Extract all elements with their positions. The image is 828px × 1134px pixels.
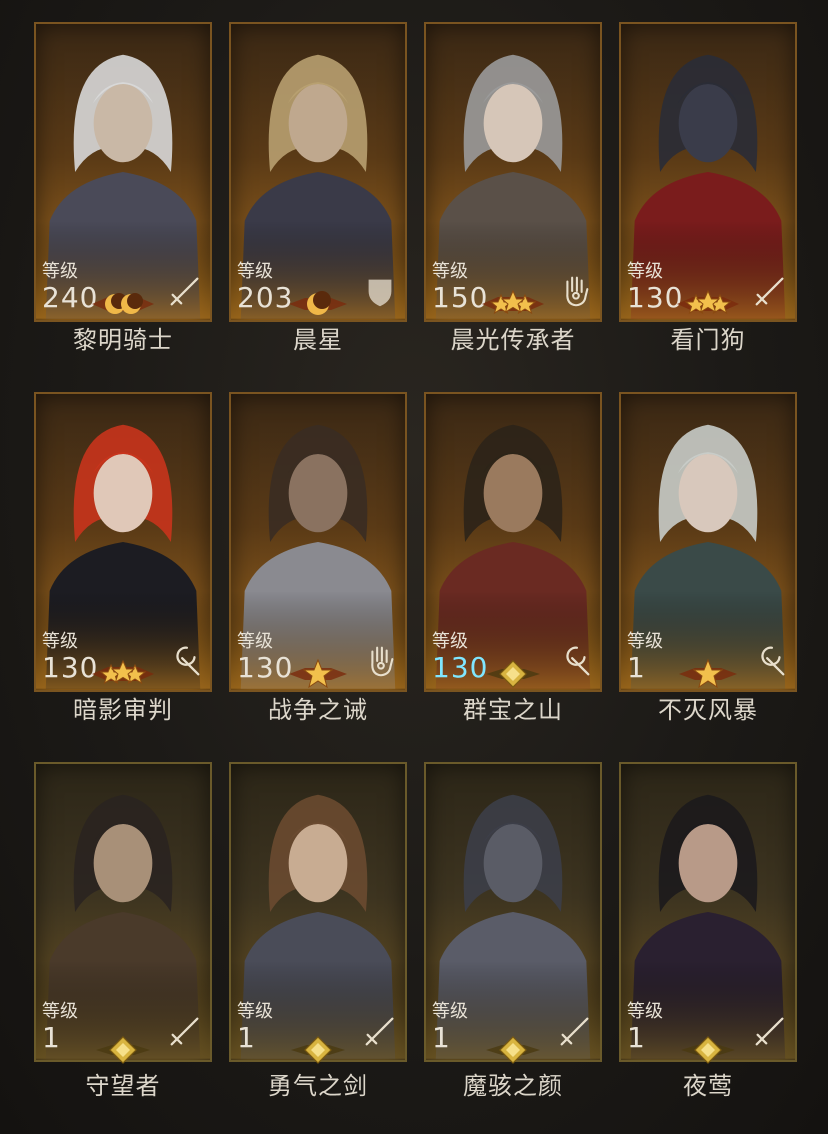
diamond-badge: [478, 1033, 548, 1067]
hero-name: 夜莺: [683, 1072, 733, 1100]
level-label: 等级: [432, 631, 468, 652]
hero-name: 战争之诫: [268, 696, 368, 724]
hero-card[interactable]: 等级 240: [34, 22, 212, 322]
hero-name: 勇气之剑: [268, 1072, 368, 1100]
level-label: 等级: [42, 261, 78, 282]
sword-icon: [361, 1012, 399, 1050]
sword-icon: [166, 1012, 204, 1050]
hero-name: 黎明骑士: [73, 326, 173, 354]
hero-grid: 等级 240 黎明骑士 等级 203 晨星 等级 150 晨光传承者 等级 130 看门狗 等级 130 暗…: [0, 0, 828, 1134]
hero-card[interactable]: 等级 130: [34, 392, 212, 692]
diamond-badge: [673, 1033, 743, 1067]
star-badge: [283, 657, 353, 691]
hero-card[interactable]: 等级 1: [424, 762, 602, 1062]
level-label: 等级: [237, 1001, 273, 1022]
hero-card[interactable]: 等级 1: [619, 762, 797, 1062]
hero-name: 不灭风暴: [658, 696, 758, 724]
triple-star-badge: [88, 657, 158, 691]
sword-icon: [166, 272, 204, 310]
sword-icon: [556, 1012, 594, 1050]
level-label: 等级: [237, 261, 273, 282]
hero-name: 守望者: [85, 1072, 161, 1100]
level-label: 等级: [627, 1001, 663, 1022]
level-label: 等级: [627, 631, 663, 652]
double-moon-badge: [88, 287, 158, 321]
diamond-badge: [478, 657, 548, 691]
hero-card[interactable]: 等级 1: [229, 762, 407, 1062]
triple-star-badge: [673, 287, 743, 321]
staff-icon: [751, 642, 789, 680]
level-value: 1: [432, 1021, 451, 1054]
hero-name: 晨星: [293, 326, 343, 354]
level-box: 等级 1: [432, 1002, 468, 1054]
hero-card[interactable]: 等级 1: [34, 762, 212, 1062]
hero-name: 看门狗: [670, 326, 746, 354]
level-box: 等级 1: [627, 632, 663, 684]
level-box: 等级 1: [42, 1002, 78, 1054]
level-label: 等级: [237, 631, 273, 652]
level-label: 等级: [42, 631, 78, 652]
staff-icon: [556, 642, 594, 680]
level-label: 等级: [42, 1001, 78, 1022]
hand-icon: [556, 272, 594, 310]
sword-icon: [751, 1012, 789, 1050]
level-value: 1: [237, 1021, 256, 1054]
hero-card[interactable]: 等级 150: [424, 22, 602, 322]
moon-badge: [283, 287, 353, 321]
level-box: 等级 1: [627, 1002, 663, 1054]
staff-icon: [166, 642, 204, 680]
diamond-badge: [88, 1033, 158, 1067]
level-label: 等级: [627, 261, 663, 282]
level-value: 1: [627, 1021, 646, 1054]
hero-name: 魔骇之颜: [463, 1072, 563, 1100]
hero-card[interactable]: 等级 203: [229, 22, 407, 322]
hand-icon: [361, 642, 399, 680]
level-box: 等级 1: [237, 1002, 273, 1054]
level-label: 等级: [432, 1001, 468, 1022]
diamond-badge: [283, 1033, 353, 1067]
hero-card[interactable]: 等级 130: [619, 22, 797, 322]
level-value: 1: [627, 651, 646, 684]
triple-star-badge: [478, 287, 548, 321]
level-value: 1: [42, 1021, 61, 1054]
shield-icon: [361, 272, 399, 310]
hero-name: 暗影审判: [73, 696, 173, 724]
hero-name: 晨光传承者: [450, 326, 576, 354]
hero-card[interactable]: 等级 130: [229, 392, 407, 692]
level-label: 等级: [432, 261, 468, 282]
hero-card[interactable]: 等级 130: [424, 392, 602, 692]
hero-name: 群宝之山: [463, 696, 563, 724]
hero-card[interactable]: 等级 1: [619, 392, 797, 692]
star-badge: [673, 657, 743, 691]
sword-icon: [751, 272, 789, 310]
